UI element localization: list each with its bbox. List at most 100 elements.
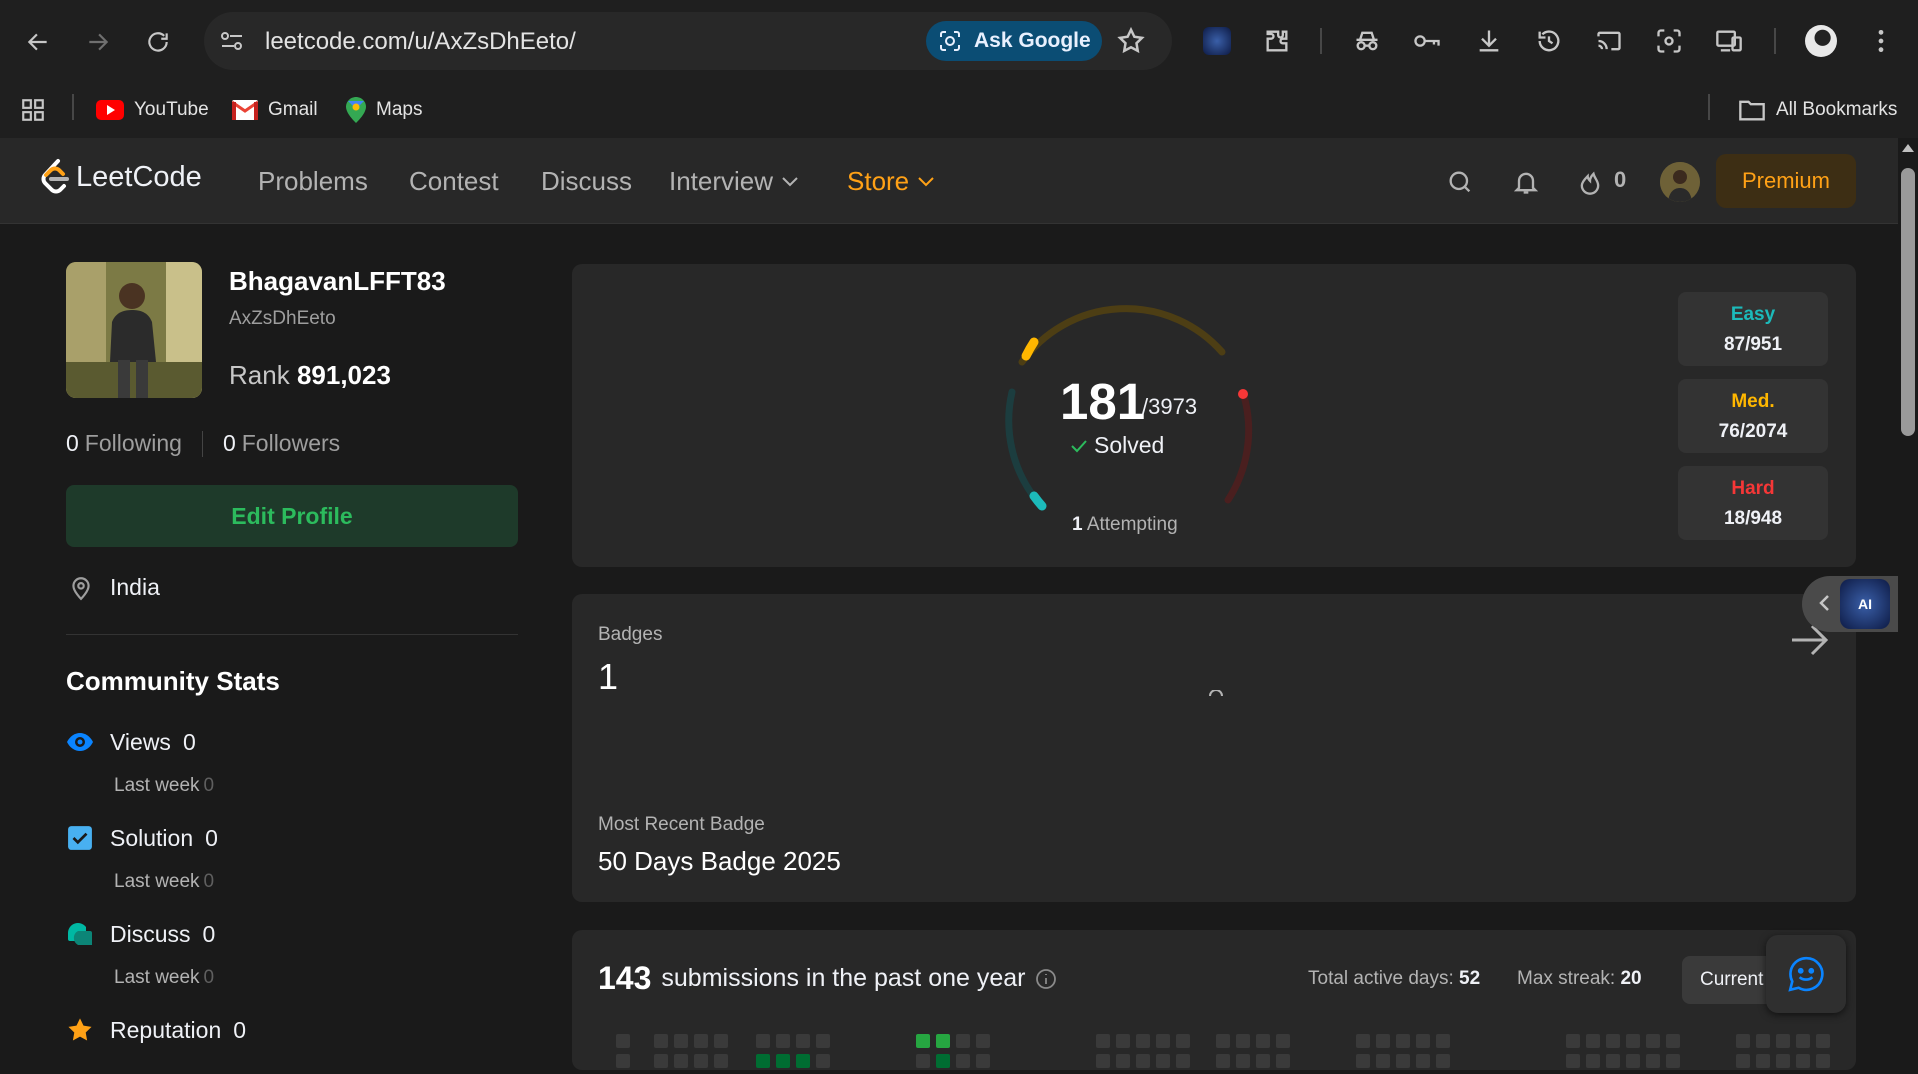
heatmap-cell[interactable] bbox=[1176, 1054, 1190, 1068]
heatmap-cell[interactable] bbox=[1646, 1034, 1660, 1048]
heatmap-cell[interactable] bbox=[976, 1034, 990, 1048]
heatmap-cell[interactable] bbox=[616, 1034, 630, 1048]
scroll-up-arrow[interactable] bbox=[1902, 144, 1914, 152]
heatmap-cell[interactable] bbox=[654, 1034, 668, 1048]
heatmap-cell[interactable] bbox=[674, 1054, 688, 1068]
heatmap-cell[interactable] bbox=[1136, 1034, 1150, 1048]
screenshot-icon[interactable] bbox=[1652, 24, 1686, 58]
heatmap-cell[interactable] bbox=[616, 1054, 630, 1068]
heatmap-cell[interactable] bbox=[956, 1054, 970, 1068]
ai-assistant-widget[interactable]: AI bbox=[1802, 576, 1898, 632]
heatmap-cell[interactable] bbox=[714, 1054, 728, 1068]
heatmap-cell[interactable] bbox=[1096, 1054, 1110, 1068]
bookmark-gmail[interactable]: Gmail bbox=[232, 94, 318, 126]
heatmap-cell[interactable] bbox=[694, 1034, 708, 1048]
nav-discuss[interactable]: Discuss bbox=[541, 166, 632, 197]
apps-grid-button[interactable] bbox=[20, 94, 46, 126]
heatmap-cell[interactable] bbox=[1216, 1054, 1230, 1068]
heatmap-cell[interactable] bbox=[1736, 1034, 1750, 1048]
difficulty-hard[interactable]: Hard 18/948 bbox=[1678, 466, 1828, 540]
heatmap-cell[interactable] bbox=[1176, 1034, 1190, 1048]
difficulty-easy[interactable]: Easy 87/951 bbox=[1678, 292, 1828, 366]
heatmap-cell[interactable] bbox=[1396, 1034, 1410, 1048]
nav-problems[interactable]: Problems bbox=[258, 166, 368, 197]
history-icon[interactable] bbox=[1532, 24, 1566, 58]
heatmap-cell[interactable] bbox=[1756, 1054, 1770, 1068]
heatmap-cell[interactable] bbox=[1356, 1054, 1370, 1068]
heatmap-cell[interactable] bbox=[956, 1034, 970, 1048]
nav-store[interactable]: Store bbox=[847, 166, 935, 197]
heatmap-cell[interactable] bbox=[714, 1034, 728, 1048]
cast-icon[interactable] bbox=[1592, 24, 1626, 58]
heatmap-cell[interactable] bbox=[1156, 1034, 1170, 1048]
heatmap-cell[interactable] bbox=[1136, 1054, 1150, 1068]
ai-extension-icon[interactable] bbox=[1200, 24, 1234, 58]
nav-contest[interactable]: Contest bbox=[409, 166, 499, 197]
heatmap-cell[interactable] bbox=[1416, 1054, 1430, 1068]
scroll-thumb[interactable] bbox=[1901, 168, 1915, 436]
menu-kebab-icon[interactable] bbox=[1864, 24, 1898, 58]
heatmap-cell[interactable] bbox=[1116, 1034, 1130, 1048]
heatmap-cell[interactable] bbox=[1816, 1034, 1830, 1048]
heatmap-cell[interactable] bbox=[1436, 1054, 1450, 1068]
heatmap-cell[interactable] bbox=[776, 1054, 790, 1068]
heatmap-cell[interactable] bbox=[1156, 1054, 1170, 1068]
heatmap-cell[interactable] bbox=[1376, 1054, 1390, 1068]
url-text[interactable]: leetcode.com/u/AxZsDhEeto/ bbox=[265, 28, 576, 56]
heatmap-cell[interactable] bbox=[1236, 1054, 1250, 1068]
heatmap-cell[interactable] bbox=[1436, 1034, 1450, 1048]
heatmap-cell[interactable] bbox=[1376, 1034, 1390, 1048]
heatmap-cell[interactable] bbox=[1756, 1034, 1770, 1048]
heatmap-cell[interactable] bbox=[1666, 1054, 1680, 1068]
edit-profile-button[interactable]: Edit Profile bbox=[66, 485, 518, 547]
heatmap-cell[interactable] bbox=[1276, 1034, 1290, 1048]
profile-avatar-icon[interactable] bbox=[1804, 24, 1838, 58]
heatmap-cell[interactable] bbox=[1416, 1034, 1430, 1048]
heatmap-cell[interactable] bbox=[1796, 1034, 1810, 1048]
nav-interview[interactable]: Interview bbox=[669, 166, 799, 197]
followers-link[interactable]: 0 Followers bbox=[223, 430, 340, 457]
heatmap-cell[interactable] bbox=[1356, 1034, 1370, 1048]
heatmap-cell[interactable] bbox=[1566, 1054, 1580, 1068]
heatmap-cell[interactable] bbox=[936, 1054, 950, 1068]
info-icon[interactable] bbox=[1035, 968, 1057, 990]
heatmap-cell[interactable] bbox=[1626, 1054, 1640, 1068]
heatmap-cell[interactable] bbox=[1566, 1034, 1580, 1048]
heatmap-cell[interactable] bbox=[816, 1054, 830, 1068]
heatmap-cell[interactable] bbox=[1796, 1054, 1810, 1068]
site-settings-icon[interactable] bbox=[218, 29, 246, 53]
heatmap-cell[interactable] bbox=[1646, 1054, 1660, 1068]
incognito-icon[interactable] bbox=[1350, 24, 1384, 58]
password-key-icon[interactable] bbox=[1410, 24, 1444, 58]
heatmap-cell[interactable] bbox=[1236, 1034, 1250, 1048]
heatmap-cell[interactable] bbox=[916, 1034, 930, 1048]
leetcode-logo[interactable]: LeetCode bbox=[38, 158, 202, 196]
back-button[interactable] bbox=[18, 22, 58, 62]
address-bar[interactable]: leetcode.com/u/AxZsDhEeto/ Ask Google bbox=[204, 12, 1172, 70]
heatmap-cell[interactable] bbox=[654, 1054, 668, 1068]
heatmap-cell[interactable] bbox=[674, 1034, 688, 1048]
all-bookmarks-button[interactable]: All Bookmarks bbox=[1738, 94, 1897, 126]
heatmap-cell[interactable] bbox=[1666, 1034, 1680, 1048]
forward-button[interactable] bbox=[78, 22, 118, 62]
heatmap-cell[interactable] bbox=[756, 1034, 770, 1048]
ask-google-button[interactable]: Ask Google bbox=[926, 21, 1102, 61]
devices-icon[interactable] bbox=[1712, 24, 1746, 58]
heatmap-cell[interactable] bbox=[1606, 1034, 1620, 1048]
heatmap-cell[interactable] bbox=[796, 1034, 810, 1048]
heatmap-cell[interactable] bbox=[1216, 1034, 1230, 1048]
bookmark-star-icon[interactable] bbox=[1116, 26, 1146, 56]
heatmap-cell[interactable] bbox=[1256, 1054, 1270, 1068]
heatmap-cell[interactable] bbox=[796, 1054, 810, 1068]
heatmap-cell[interactable] bbox=[1116, 1054, 1130, 1068]
bookmark-maps[interactable]: Maps bbox=[346, 94, 422, 126]
heatmap-cell[interactable] bbox=[1586, 1034, 1600, 1048]
premium-button[interactable]: Premium bbox=[1716, 154, 1856, 208]
following-link[interactable]: 0 Following bbox=[66, 430, 182, 457]
heatmap-cell[interactable] bbox=[756, 1054, 770, 1068]
heatmap-cell[interactable] bbox=[816, 1034, 830, 1048]
heatmap-cell[interactable] bbox=[1626, 1034, 1640, 1048]
search-icon[interactable] bbox=[1446, 168, 1474, 196]
heatmap-cell[interactable] bbox=[1096, 1034, 1110, 1048]
heatmap-cell[interactable] bbox=[1276, 1054, 1290, 1068]
